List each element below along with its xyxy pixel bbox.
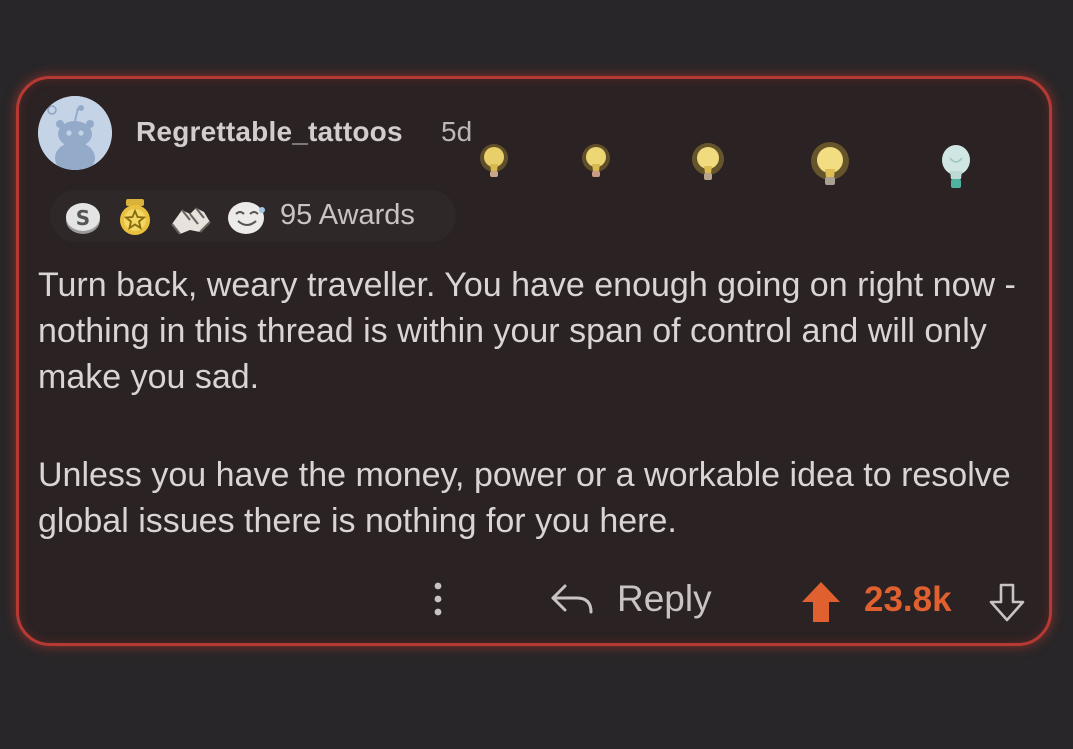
lightbulb-icon <box>480 144 508 177</box>
downvote-arrow-icon[interactable] <box>987 582 1027 624</box>
vote-score: 23.8k <box>864 580 952 619</box>
upvote-arrow-icon[interactable] <box>800 580 842 624</box>
reply-button[interactable]: Reply <box>549 575 719 625</box>
helpful-award-icon <box>120 199 150 235</box>
awards-count[interactable]: 95 Awards <box>280 199 415 232</box>
reply-arrow-icon <box>551 584 593 614</box>
lightbulb-icon <box>692 143 724 180</box>
reply-label: Reply <box>617 578 712 619</box>
wholesome-hands-award-icon <box>171 207 211 235</box>
user-avatar[interactable] <box>38 96 112 170</box>
comment-age: 5d <box>441 116 473 147</box>
svg-text:S: S <box>76 206 90 230</box>
laughing-face-award-icon <box>228 202 265 234</box>
silver-coin-award-icon: S <box>66 203 100 234</box>
comment-author[interactable]: Regrettable_tattoos <box>136 116 403 148</box>
snoo-avatar-icon <box>38 96 112 170</box>
lightbulb-icon <box>942 145 970 188</box>
comment-body-paragraph: Unless you have the money, power or a wo… <box>38 456 1011 540</box>
lightbulb-icon <box>582 144 610 177</box>
more-options-icon[interactable] <box>428 580 448 620</box>
comment-body-paragraph: Turn back, weary traveller. You have eno… <box>38 266 1016 396</box>
lightbulb-icon <box>811 142 849 185</box>
